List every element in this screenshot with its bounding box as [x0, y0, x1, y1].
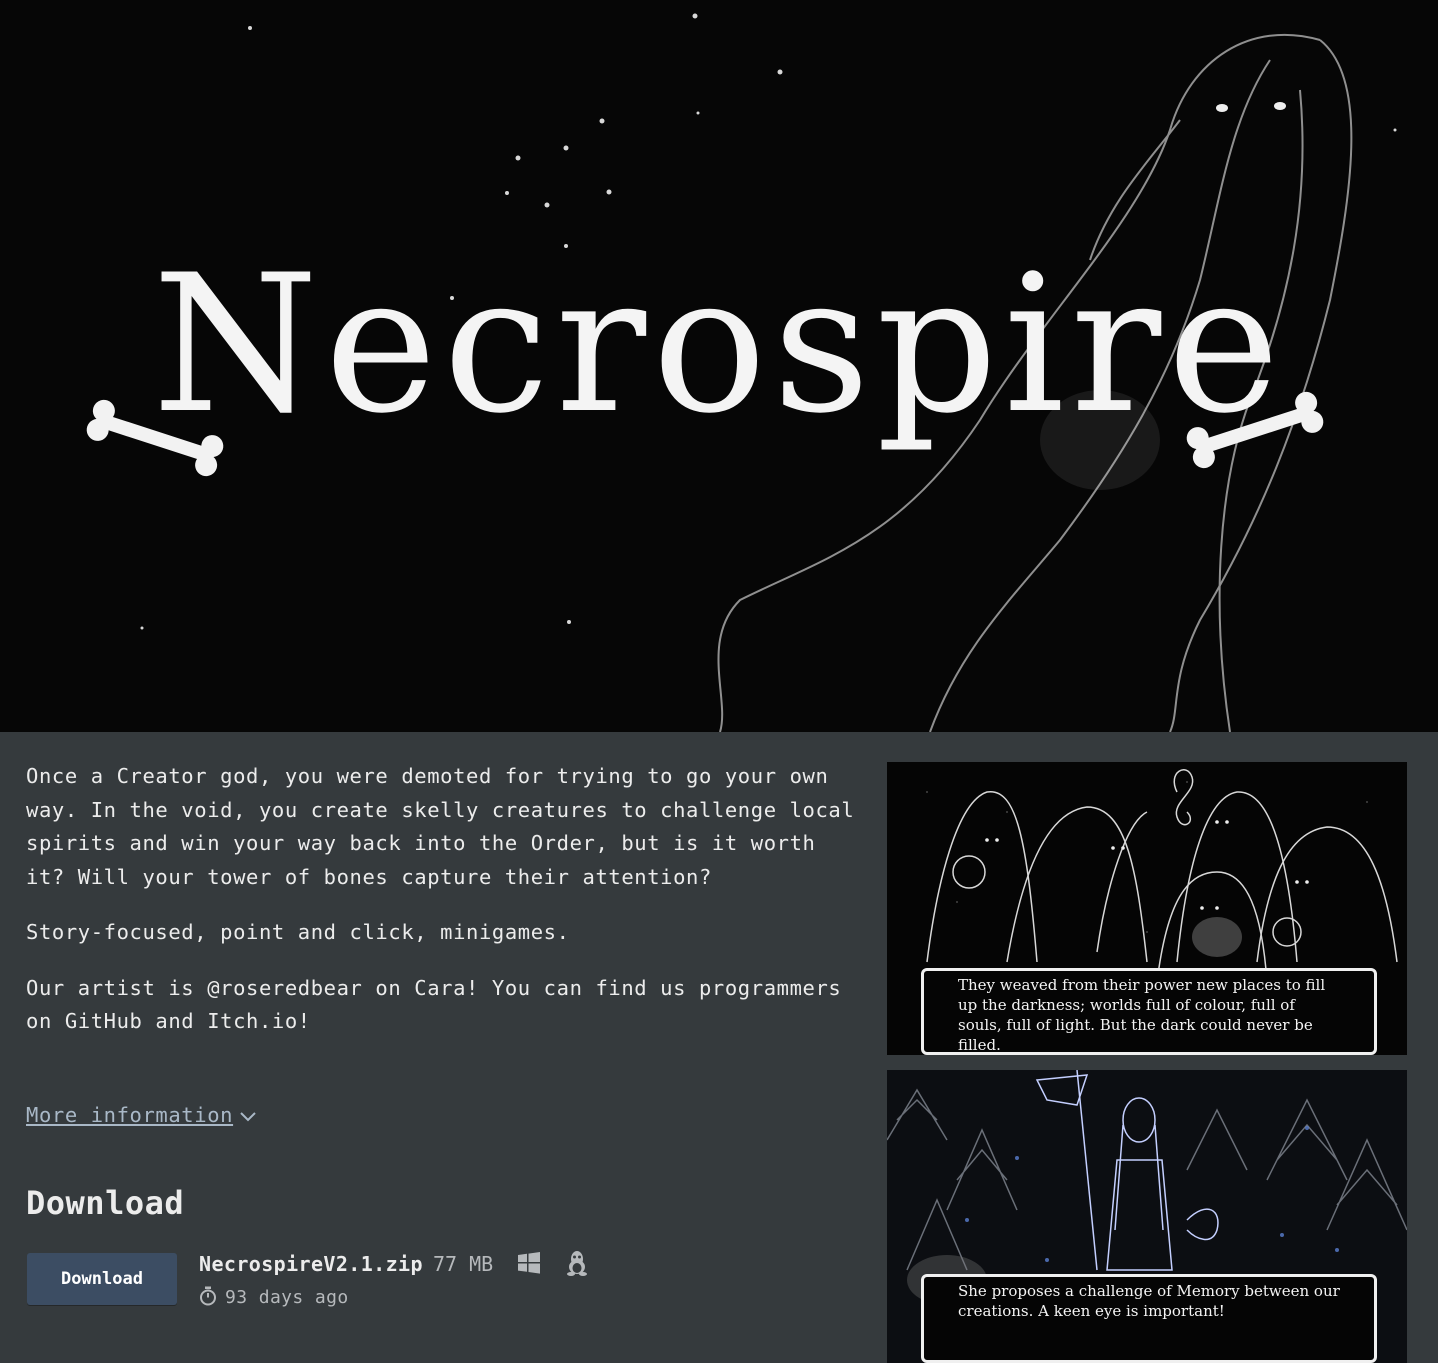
file-size: 77 MB [432, 1252, 494, 1276]
more-information-link[interactable]: More information [26, 1103, 257, 1127]
stopwatch-icon [199, 1286, 217, 1311]
screenshot-2[interactable]: She proposes a challenge of Memory betwe… [887, 1070, 1407, 1363]
game-description: Once a Creator god, you were demoted for… [26, 760, 866, 1061]
chevron-down-icon [239, 1107, 257, 1126]
download-section-heading: Download [26, 1184, 185, 1222]
description-paragraph: Story-focused, point and click, minigame… [26, 920, 570, 944]
left-bone-icon [86, 399, 224, 477]
download-button[interactable]: Download [27, 1253, 177, 1305]
more-information-label: More information [26, 1103, 234, 1127]
right-bone-icon [1186, 391, 1324, 469]
description-paragraph: Our artist is @roseredbear on Cara! You … [26, 975, 842, 1034]
windows-icon [517, 1251, 541, 1280]
file-name: NecrospireV2.1.zip [199, 1252, 423, 1276]
game-banner: Necrospire [0, 0, 1438, 732]
description-paragraph: Once a Creator god, you were demoted for… [26, 764, 855, 889]
file-upload-date: 93 days ago [199, 1286, 349, 1311]
download-file-info: NecrospireV2.1.zip 77 MB [199, 1250, 589, 1281]
file-date-text: 93 days ago [225, 1287, 349, 1308]
screenshot-1[interactable]: They weaved from their power new places … [887, 762, 1407, 1055]
screenshot-2-caption: She proposes a challenge of Memory betwe… [921, 1274, 1377, 1363]
linux-icon [565, 1250, 589, 1281]
screenshot-1-caption: They weaved from their power new places … [921, 968, 1377, 1055]
